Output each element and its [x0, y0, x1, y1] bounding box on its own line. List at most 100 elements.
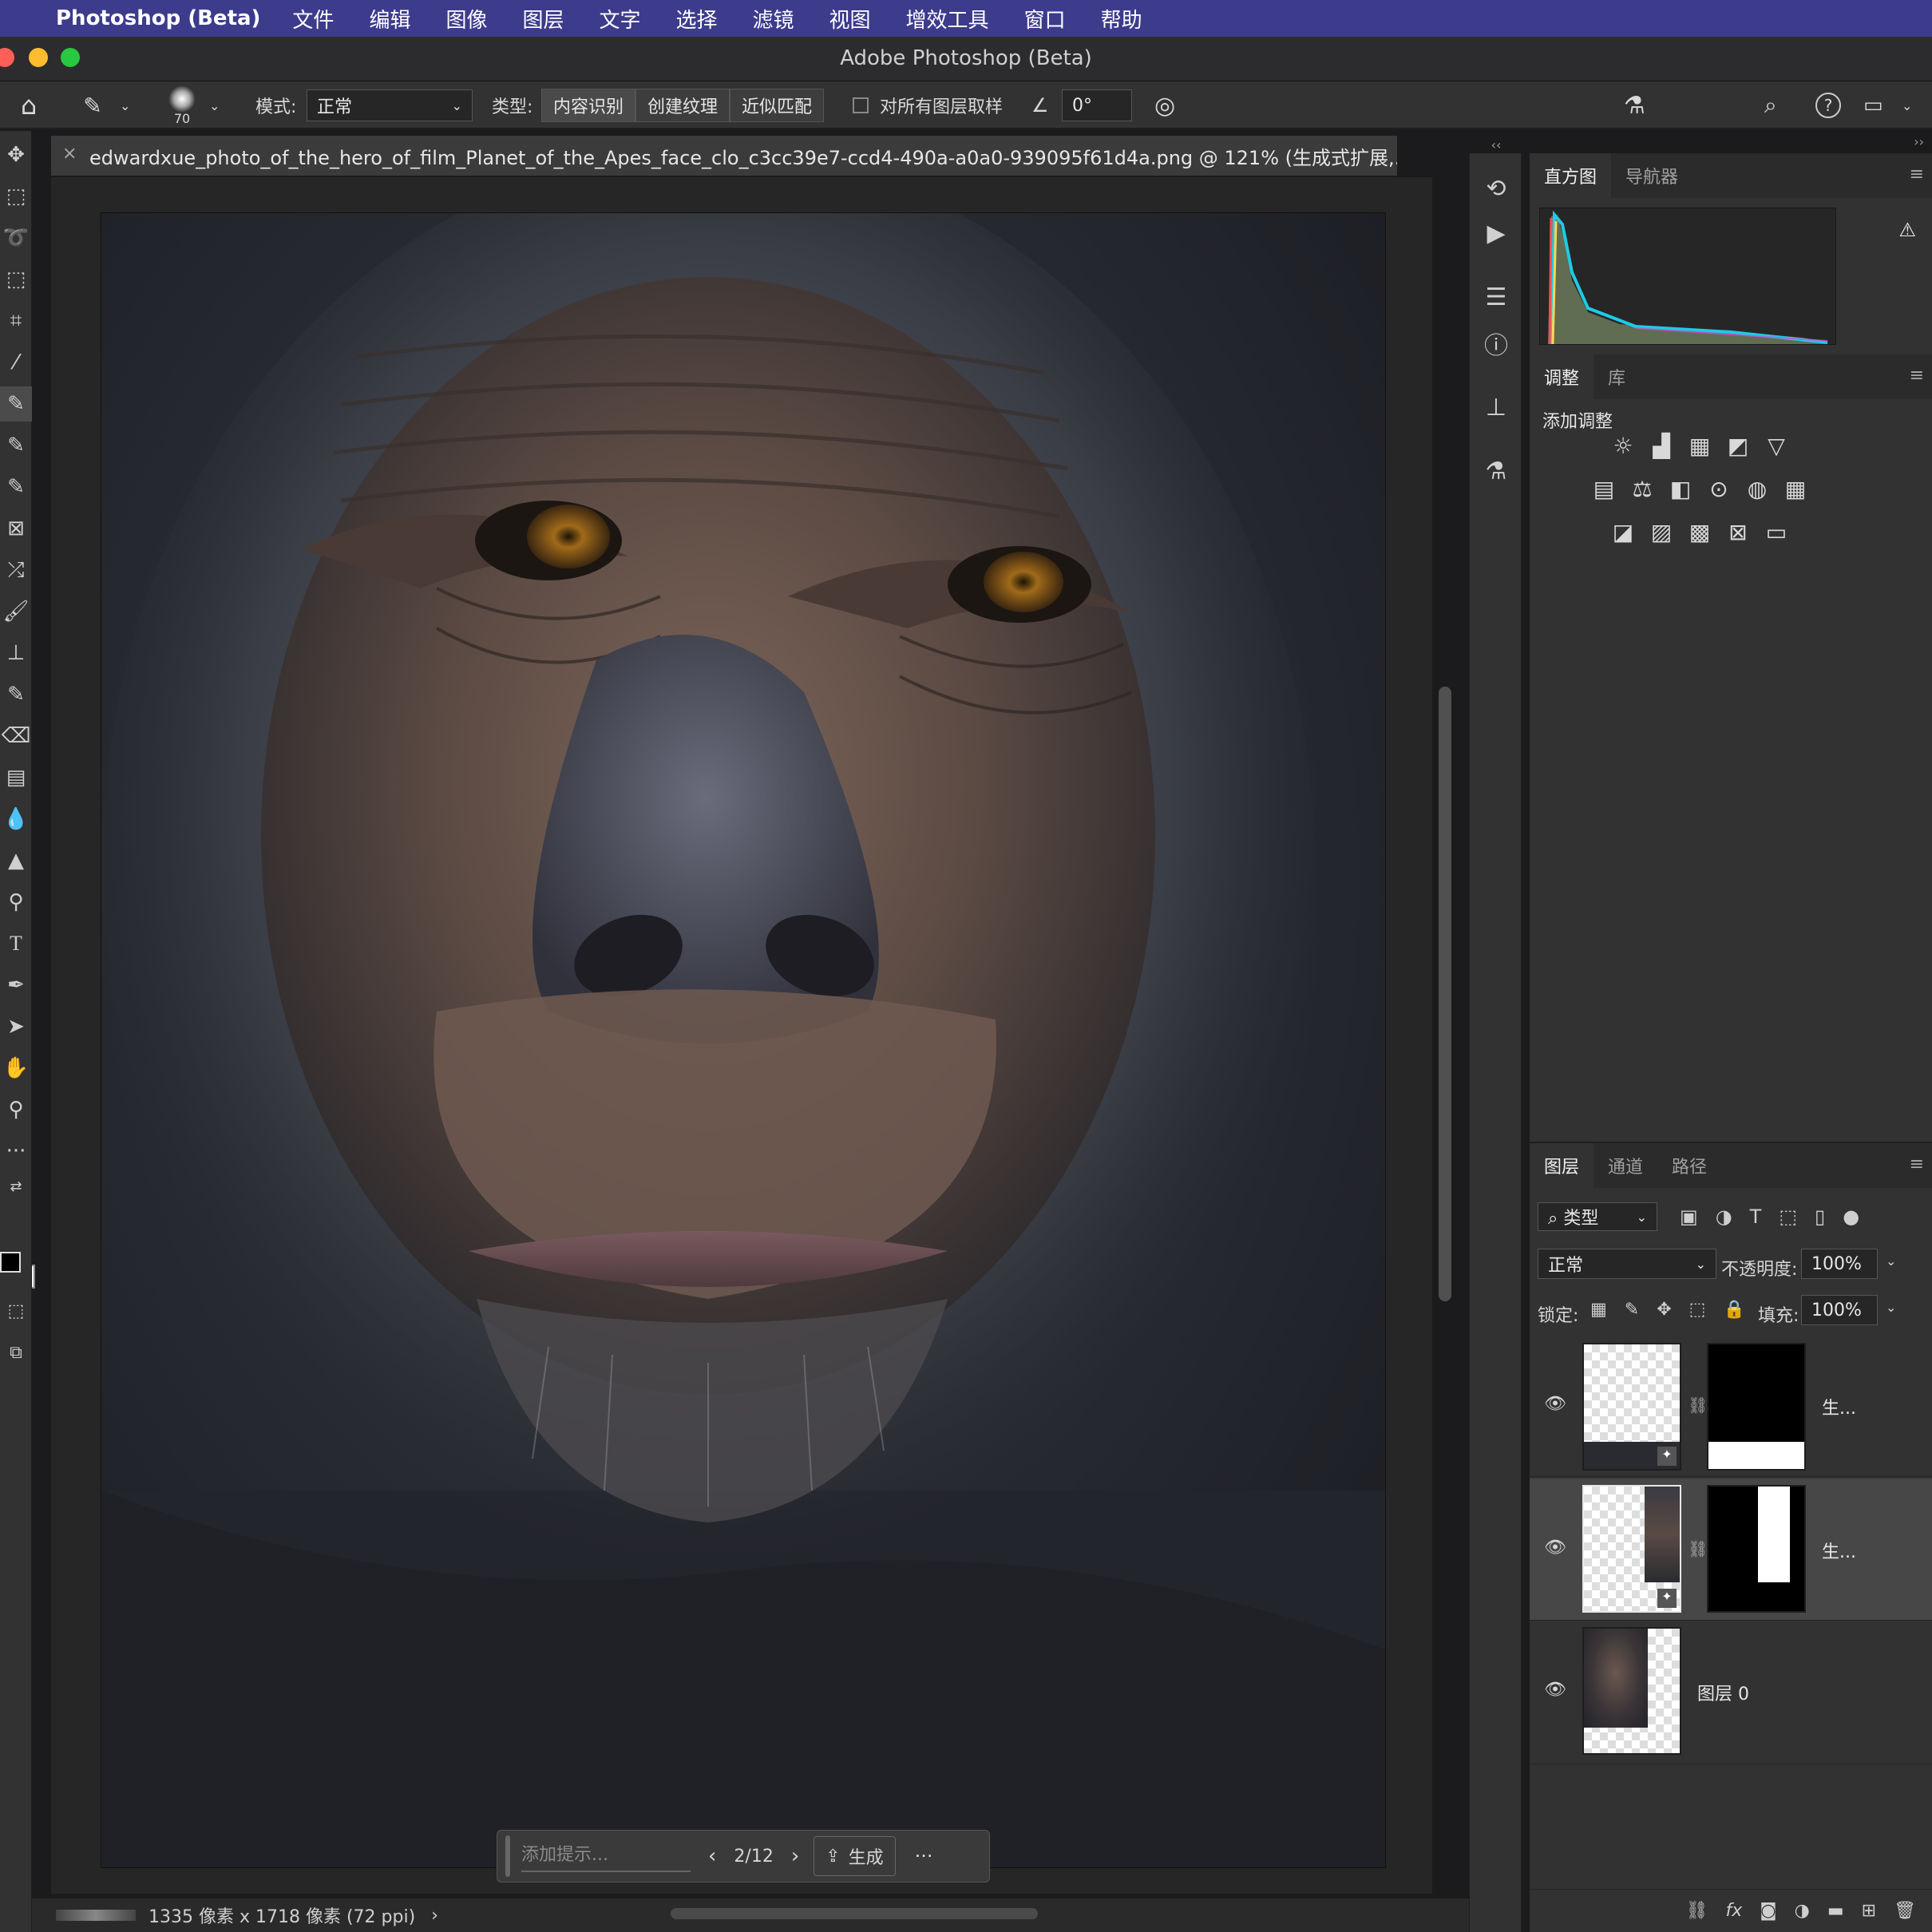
fill-input[interactable]: 100% [1801, 1295, 1878, 1325]
cache-warning-icon[interactable]: ⚠ [1898, 219, 1916, 241]
next-variation-icon[interactable]: › [791, 1844, 799, 1868]
clone-stamp-tool-icon[interactable]: ⊥ [0, 635, 32, 671]
more-tools-icon[interactable]: ··· [0, 1134, 32, 1169]
mask-link-icon[interactable]: ⛓ [1688, 1539, 1708, 1558]
link-layers-icon[interactable]: ⛓ [1686, 1901, 1708, 1921]
vertical-scrollbar[interactable] [1439, 687, 1451, 1301]
marquee-tool-icon[interactable]: ⬚ [0, 179, 32, 214]
content-aware-move-tool-icon[interactable]: ⤮ [0, 552, 32, 588]
object-selection-tool-icon[interactable]: ⬚ [0, 262, 32, 297]
prompt-input[interactable]: 添加提示... [521, 1840, 691, 1872]
chevron-down-icon[interactable]: ⌄ [1886, 1253, 1896, 1269]
healing-brush-tool-icon[interactable]: ✎ [0, 428, 32, 463]
tab-layers[interactable]: 图层 [1530, 1143, 1594, 1188]
layer-style-fx-icon[interactable]: fx [1726, 1901, 1743, 1921]
panel-menu-icon[interactable]: ≡ [1910, 1154, 1924, 1174]
brightness-contrast-icon[interactable]: ☼ [1609, 433, 1637, 459]
menu-help[interactable]: 帮助 [1101, 4, 1142, 34]
opacity-input[interactable]: 100% [1801, 1249, 1878, 1279]
sample-all-layers-checkbox[interactable] [853, 97, 869, 113]
workspace-icon[interactable]: ▭ [1863, 81, 1883, 129]
generate-button[interactable]: ⇪ 生成 [814, 1836, 896, 1876]
hand-tool-icon[interactable]: ✋ [0, 1051, 32, 1086]
screen-mode-icon[interactable]: ⧉ [0, 1335, 32, 1370]
chevron-down-icon[interactable]: ⌄ [1886, 1300, 1896, 1315]
lock-transparency-icon[interactable]: ▦ [1590, 1300, 1607, 1320]
delete-layer-icon[interactable]: 🗑 [1894, 1901, 1916, 1921]
tab-channels[interactable]: 通道 [1594, 1143, 1657, 1188]
gradient-tool-icon[interactable]: ▤ [0, 760, 32, 795]
menu-select[interactable]: 选择 [676, 4, 718, 34]
menu-app-name[interactable]: Photoshop (Beta) [56, 6, 260, 30]
spot-healing-brush-icon[interactable]: ✎ [75, 81, 110, 129]
black-white-icon[interactable]: ◧ [1667, 476, 1694, 502]
tab-histogram[interactable]: 直方图 [1530, 153, 1612, 198]
pressure-size-icon[interactable]: ◎ [1154, 81, 1175, 129]
pen-tool-icon[interactable]: ✒ [0, 968, 32, 1003]
menu-image[interactable]: 图像 [445, 4, 487, 34]
close-tab-icon[interactable]: × [62, 144, 77, 164]
document-tab[interactable]: × edwardxue_photo_of_the_hero_of_film_Pl… [51, 136, 1397, 176]
info-icon[interactable]: ⓘ [1470, 321, 1522, 366]
layer-row[interactable]: 👁 图层 0 [1530, 1622, 1932, 1764]
create-texture-button[interactable]: 创建纹理 [635, 89, 730, 122]
blend-mode-select[interactable]: 正常 ⌄ [1538, 1249, 1716, 1279]
filter-adjustment-icon[interactable]: ◑ [1716, 1206, 1732, 1228]
levels-icon[interactable]: ▟ [1648, 433, 1675, 459]
eraser-tool-icon[interactable]: ⌫ [0, 719, 32, 754]
threshold-icon[interactable]: ▩ [1686, 519, 1713, 545]
channel-mixer-icon[interactable]: ◍ [1744, 476, 1771, 502]
history-brush-tool-icon[interactable]: ✎ [0, 677, 32, 712]
new-layer-icon[interactable]: ⊞ [1862, 1901, 1876, 1921]
filter-toggle-icon[interactable]: ● [1843, 1206, 1859, 1228]
add-mask-icon[interactable]: ◙ [1760, 1901, 1776, 1921]
layer-row-selected[interactable]: 👁 ✦ ⛓ 生... [1530, 1479, 1932, 1621]
new-group-icon[interactable]: ▬ [1827, 1901, 1844, 1921]
lock-all-icon[interactable]: 🔒 [1723, 1300, 1744, 1320]
swap-colors-icon[interactable]: ⇄ [0, 1169, 32, 1204]
visibility-eye-icon[interactable]: 👁 [1544, 1394, 1566, 1414]
color-lookup-icon[interactable]: ▦ [1782, 476, 1809, 502]
new-adjustment-layer-icon[interactable]: ◑ [1795, 1901, 1810, 1921]
filter-pixel-icon[interactable]: ▣ [1680, 1206, 1698, 1228]
visibility-eye-icon[interactable]: 👁 [1544, 1680, 1566, 1700]
menu-type[interactable]: 文字 [599, 4, 640, 34]
path-selection-tool-icon[interactable]: ➤ [0, 1009, 32, 1044]
layer-mask-thumbnail[interactable] [1707, 1485, 1806, 1613]
blur-tool-icon[interactable]: 💧 [0, 802, 32, 837]
photo-filter-icon[interactable]: ⊙ [1705, 476, 1732, 502]
tab-paths[interactable]: 路径 [1657, 1143, 1721, 1188]
chevron-down-icon[interactable]: ⌄ [120, 81, 130, 129]
lock-position-icon[interactable]: ✥ [1657, 1300, 1671, 1320]
search-icon[interactable]: ⌕ [1764, 81, 1777, 129]
drag-handle[interactable] [505, 1835, 510, 1877]
proximity-match-button[interactable]: 近似匹配 [730, 89, 825, 122]
chevron-down-icon[interactable]: ⌄ [1902, 81, 1912, 129]
collapse-dock-icon[interactable]: ‹‹ [1470, 137, 1522, 152]
beta-flask-icon[interactable]: ⚗ [1624, 81, 1645, 129]
collapse-panels-icon[interactable]: ›› [1914, 134, 1924, 149]
more-options-icon[interactable]: ··· [915, 1845, 933, 1867]
actions-play-icon[interactable]: ▶ [1470, 211, 1522, 255]
quick-mask-icon[interactable]: ⬚ [0, 1293, 32, 1328]
layer-mask-thumbnail[interactable] [1707, 1343, 1806, 1471]
eyedropper-tool-icon[interactable]: ⁄ [0, 345, 32, 380]
mask-link-icon[interactable]: ⛓ [1688, 1396, 1708, 1415]
lasso-tool-icon[interactable]: ➰ [0, 220, 32, 255]
color-balance-icon[interactable]: ⚖ [1629, 476, 1656, 502]
clone-source-icon[interactable]: ⊥ [1470, 385, 1522, 430]
foreground-color-swatch[interactable] [0, 1252, 21, 1273]
menu-file[interactable]: 文件 [292, 4, 334, 34]
help-icon[interactable]: ? [1815, 93, 1841, 118]
filter-type-icon[interactable]: T [1750, 1206, 1762, 1228]
move-tool-icon[interactable]: ✥ [0, 137, 32, 172]
menu-plugins[interactable]: 增效工具 [906, 4, 989, 34]
hue-saturation-icon[interactable]: ▤ [1590, 476, 1617, 502]
crop-tool-icon[interactable]: ⌗ [0, 303, 32, 338]
horizontal-scrollbar[interactable] [671, 1908, 1038, 1919]
filter-smart-object-icon[interactable]: ▯ [1815, 1206, 1825, 1228]
mode-select[interactable]: 正常 ⌄ [307, 89, 473, 121]
visibility-eye-icon[interactable]: 👁 [1544, 1538, 1566, 1558]
lock-image-icon[interactable]: ✎ [1625, 1300, 1639, 1320]
type-tool-icon[interactable]: T [0, 926, 32, 961]
